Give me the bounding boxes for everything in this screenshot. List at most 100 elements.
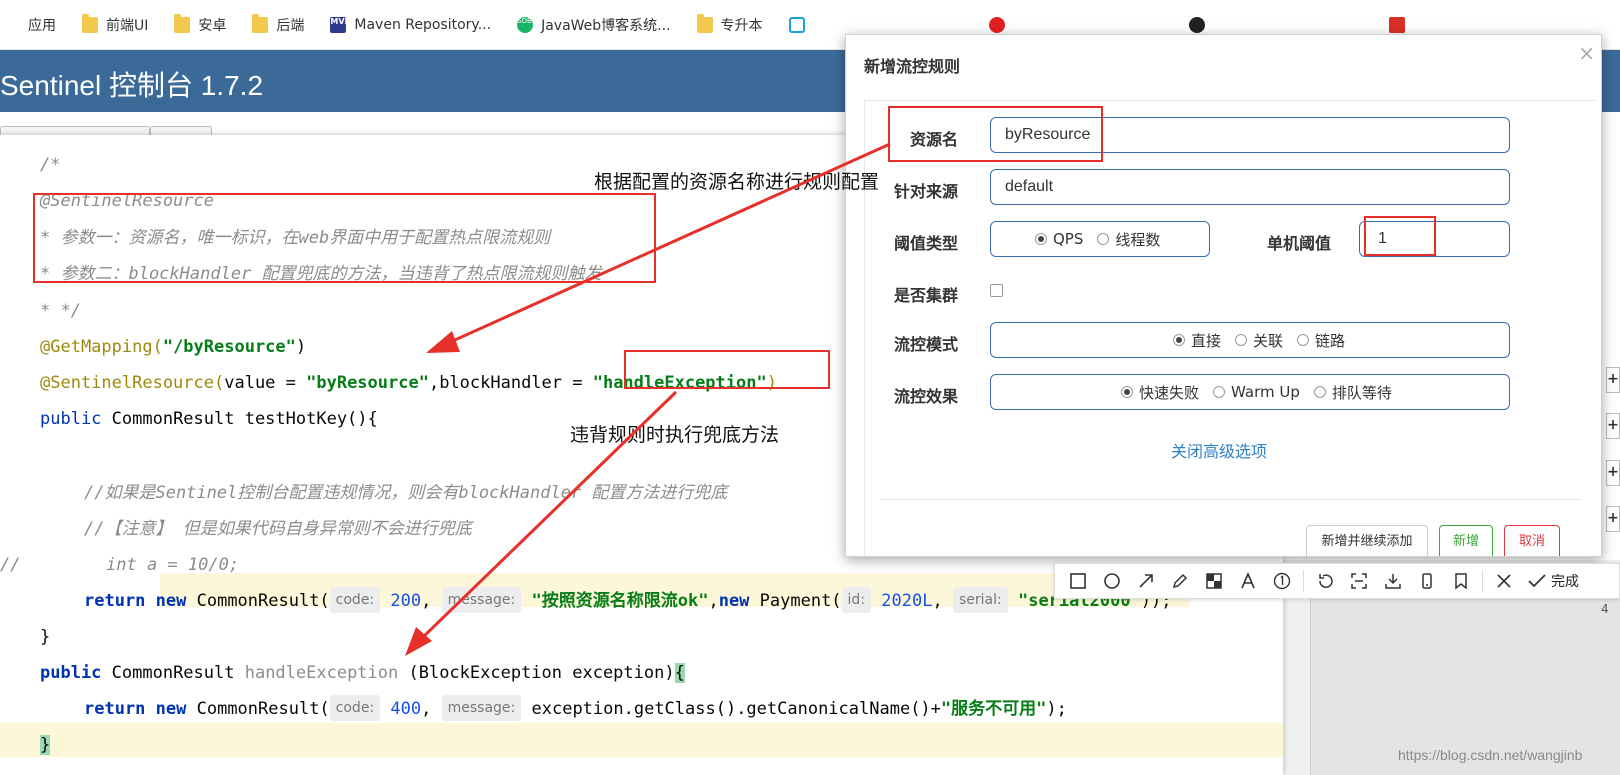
annotation-note-resource: 根据配置的资源名称进行规则配置 (594, 171, 880, 193)
flow-effect-radio-group: 快速失败 Warm Up 排队等待 (990, 374, 1510, 410)
toggle-advanced-link[interactable]: 关闭高级选项 (1171, 438, 1267, 462)
github-icon (1188, 16, 1205, 33)
radio-unchecked-icon (1297, 334, 1310, 346)
bookmark-label: Maven Repository... (354, 16, 492, 33)
flow-mode-label: 流控模式 (893, 335, 958, 354)
code-line: //【注意】 但是如果代码自身异常则不会进行兜底 (84, 519, 472, 539)
bookmark-maven[interactable]: MVN Maven Repository... (330, 16, 492, 33)
folder-icon (82, 13, 98, 33)
bookmark-frontend-ui[interactable]: 前端UI (82, 13, 149, 35)
code-token: (BlockException exception) (408, 663, 675, 683)
keyword-token: return (84, 591, 156, 611)
apps-grid-icon (4, 17, 20, 33)
annotation-note-fallback: 违背规则时执行兜底方法 (570, 424, 780, 446)
annotation-box-comments (33, 193, 656, 283)
code-line: } (40, 627, 51, 647)
radio-label: 线程数 (1115, 230, 1161, 249)
pen-tool-icon[interactable] (1163, 566, 1197, 596)
number-token: 2020L (881, 591, 933, 611)
add-button[interactable]: 新增 (1439, 525, 1493, 556)
radio-thread[interactable]: 线程数 (1097, 229, 1160, 250)
code-line: // (0, 555, 21, 575)
radio-fast-fail[interactable]: 快速失败 (1121, 382, 1199, 403)
code-token: value = (224, 373, 307, 393)
bookmark-bilibili[interactable] (788, 16, 813, 33)
toolbar-divider (1303, 570, 1304, 592)
code-token: exception.getClass().getCanonicalName()+ (531, 699, 941, 719)
code-token: ,blockHandler = (428, 373, 593, 393)
bookmark-backend[interactable]: 后端 (252, 13, 304, 35)
code-line: public CommonResult handleException (Blo… (40, 655, 685, 691)
keyword-token: public (40, 409, 112, 429)
watermark: https://blog.csdn.net/wangjinb (1398, 747, 1583, 763)
radio-relate[interactable]: 关联 (1235, 330, 1283, 351)
red-circle-icon (988, 16, 1005, 33)
download-icon[interactable] (1376, 566, 1410, 596)
radio-checked-icon (1173, 334, 1185, 346)
bookmark-icon[interactable] (1444, 566, 1478, 596)
cancel-button[interactable]: 取消 (1504, 525, 1560, 556)
bookmark-red[interactable] (988, 16, 1013, 33)
param-hint: message: (441, 587, 522, 613)
code-token: , (421, 591, 442, 611)
done-button[interactable]: 完成 (1527, 571, 1579, 591)
current-line-highlight (0, 723, 1283, 757)
number-token: 200 (390, 591, 422, 611)
bookmark-label: 前端UI (106, 17, 149, 34)
dialog-title: 新增流控规则 (864, 57, 961, 76)
param-hint: message: (441, 695, 522, 721)
ellipse-tool-icon[interactable] (1095, 566, 1129, 596)
done-label: 完成 (1551, 574, 1579, 590)
text-tool-icon[interactable] (1231, 566, 1265, 596)
code-line: return new CommonResult(code: 200, messa… (84, 583, 1172, 619)
sob-icon: SOB (517, 16, 534, 33)
code-line: } (40, 727, 51, 763)
radio-queue[interactable]: 排队等待 (1313, 382, 1392, 403)
code-line: //如果是Sentinel控制台配置违规情况，则会有blockHandler 配… (84, 483, 728, 503)
code-token: ); (1046, 699, 1067, 719)
radio-warm-up[interactable]: Warm Up (1213, 383, 1300, 401)
threshold-type-label: 阈值类型 (893, 234, 958, 253)
undo-icon[interactable] (1308, 566, 1342, 596)
toolbar-divider (1482, 570, 1483, 592)
keyword-token: public (40, 663, 112, 683)
bookmark-javaweb[interactable]: SOB JavaWeb博客系统... (517, 15, 671, 35)
rectangle-tool-icon[interactable] (1061, 566, 1095, 596)
annotation-token: @SentinelResource( (40, 373, 225, 393)
bookmark-android[interactable]: 安卓 (174, 13, 226, 35)
add-button[interactable]: + (1606, 506, 1620, 532)
mosaic-tool-icon[interactable] (1197, 566, 1231, 596)
code-token: , (421, 699, 442, 719)
add-button[interactable]: + (1606, 367, 1620, 393)
ocr-icon[interactable] (1342, 566, 1376, 596)
code-token: Payment( (759, 591, 842, 611)
limit-app-input[interactable]: default (990, 169, 1510, 205)
bookmark-upgrade[interactable]: 专升本 (696, 13, 763, 35)
add-and-continue-button[interactable]: 新增并继续添加 (1306, 525, 1428, 556)
bookmark-red-square[interactable] (1388, 16, 1413, 33)
add-button[interactable]: + (1606, 460, 1620, 486)
close-icon[interactable] (1487, 566, 1521, 596)
cluster-checkbox[interactable] (990, 284, 1003, 297)
close-icon[interactable]: × (1578, 41, 1595, 65)
radio-qps[interactable]: QPS (1035, 230, 1083, 248)
red-square-icon (1388, 16, 1405, 33)
dialog-divider (881, 499, 1581, 500)
code-line: /* (40, 155, 61, 175)
arrow-tool-icon[interactable] (1129, 566, 1163, 596)
number-tool-icon[interactable] (1265, 566, 1299, 596)
bookmark-apps[interactable]: 应用 (4, 15, 56, 35)
radio-chain[interactable]: 链路 (1297, 330, 1345, 351)
radio-unchecked-icon (1213, 386, 1226, 398)
bookmark-label: JavaWeb博客系统... (541, 17, 671, 34)
radio-label: 直接 (1191, 331, 1222, 350)
bookmark-label: 应用 (28, 17, 56, 34)
flow-effect-label: 流控效果 (893, 387, 958, 406)
radio-direct[interactable]: 直接 (1173, 330, 1221, 351)
bookmark-github[interactable] (1188, 16, 1213, 33)
single-threshold-label: 单机阈值 (1266, 234, 1331, 253)
annotation-token: @GetMapping( (40, 337, 163, 357)
phone-icon[interactable] (1410, 566, 1444, 596)
annotation-box-resource-name (888, 106, 1103, 162)
add-button[interactable]: + (1606, 413, 1620, 439)
